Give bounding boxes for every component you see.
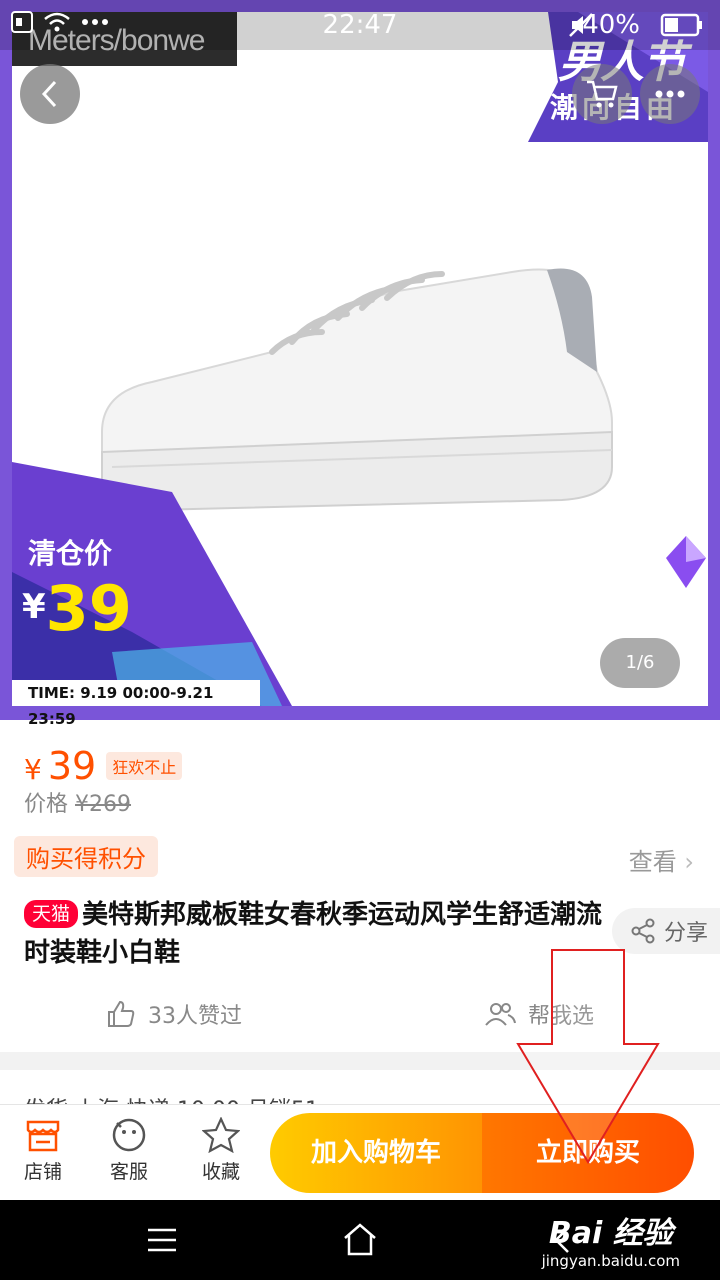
- price-value: 39: [47, 744, 97, 788]
- share-label: 分享: [664, 921, 709, 946]
- favorite-button[interactable]: 收藏: [186, 1113, 256, 1184]
- people-icon: [485, 1003, 516, 1026]
- home-icon[interactable]: [342, 1220, 378, 1260]
- price-currency: ¥: [24, 753, 42, 786]
- gem-decoration-icon: [666, 536, 706, 588]
- clearance-value: 39: [45, 572, 132, 645]
- cart-button[interactable]: [572, 64, 632, 124]
- original-price-value: ¥269: [75, 792, 132, 817]
- original-price-label: 价格: [24, 792, 69, 817]
- more-button[interactable]: [640, 64, 700, 124]
- like-button[interactable]: 33人赞过: [106, 998, 242, 1030]
- store-label: 店铺: [23, 1161, 62, 1183]
- customer-service-icon: [112, 1118, 146, 1152]
- clearance-currency: ¥: [22, 587, 46, 627]
- cart-icon: [587, 80, 618, 108]
- share-button[interactable]: 分享: [612, 908, 720, 954]
- battery-level: 40%: [582, 10, 640, 40]
- points-view-label: 查看: [628, 848, 677, 876]
- section-divider: [0, 1052, 720, 1070]
- watermark-sub: jingyan.baidu.com: [541, 1252, 680, 1270]
- menu-icon[interactable]: [146, 1220, 178, 1260]
- tmall-badge: 天猫: [24, 900, 79, 928]
- image-page-indicator: 1/6: [600, 638, 680, 688]
- chevron-right-icon: ›: [684, 848, 694, 876]
- back-button[interactable]: [20, 64, 80, 124]
- customer-service-label: 客服: [109, 1161, 148, 1183]
- store-button[interactable]: 店铺: [8, 1113, 78, 1184]
- customer-service-button[interactable]: 客服: [94, 1113, 164, 1184]
- bottom-action-bar: 店铺 客服 收藏 加入购物车 立即购买: [0, 1104, 720, 1200]
- product-title: 天猫 美特斯邦威板鞋女春秋季运动风学生舒适潮流时装鞋小白鞋: [24, 896, 604, 972]
- current-price-row: ¥39 狂欢不止: [24, 744, 183, 788]
- promo-time-range: TIME: 9.19 00:00-9.21 23:59: [12, 680, 260, 728]
- current-price: ¥39: [24, 744, 96, 788]
- battery-icon: [660, 13, 702, 37]
- status-bar: 22:47 40%: [0, 0, 720, 50]
- product-title-text: 美特斯邦威板鞋女春秋季运动风学生舒适潮流时装鞋小白鞋: [24, 900, 603, 968]
- star-icon: [202, 1117, 240, 1153]
- baidu-watermark: Bai 经验 jingyan.baidu.com: [542, 1208, 680, 1270]
- promo-tag: 狂欢不止: [106, 752, 183, 780]
- help-choose-label: 帮我选: [528, 1004, 595, 1029]
- product-detail-screen: Meters/bonwe 男人节 潮向自由: [0, 0, 720, 1280]
- watermark-main: Bai 经验: [548, 1216, 673, 1251]
- add-to-cart-button[interactable]: 加入购物车: [270, 1113, 482, 1193]
- more-dots-icon: [655, 90, 685, 98]
- points-badge: 购买得积分: [14, 836, 158, 877]
- clearance-price: ¥39: [22, 572, 132, 645]
- buy-now-button[interactable]: 立即购买: [482, 1113, 694, 1193]
- clearance-label: 清仓价: [28, 537, 113, 570]
- original-price: 价格 ¥269: [24, 786, 131, 818]
- chevron-left-icon: [41, 80, 57, 108]
- store-icon: [26, 1120, 60, 1152]
- favorite-label: 收藏: [201, 1161, 240, 1183]
- help-choose-button[interactable]: 帮我选: [484, 998, 594, 1030]
- points-row[interactable]: 购买得积分 查看 ›: [14, 836, 714, 877]
- points-view-link[interactable]: 查看 ›: [629, 842, 694, 877]
- thumbs-up-icon: [108, 1000, 135, 1027]
- share-icon: [631, 918, 655, 944]
- likes-count: 33人赞过: [148, 1004, 242, 1029]
